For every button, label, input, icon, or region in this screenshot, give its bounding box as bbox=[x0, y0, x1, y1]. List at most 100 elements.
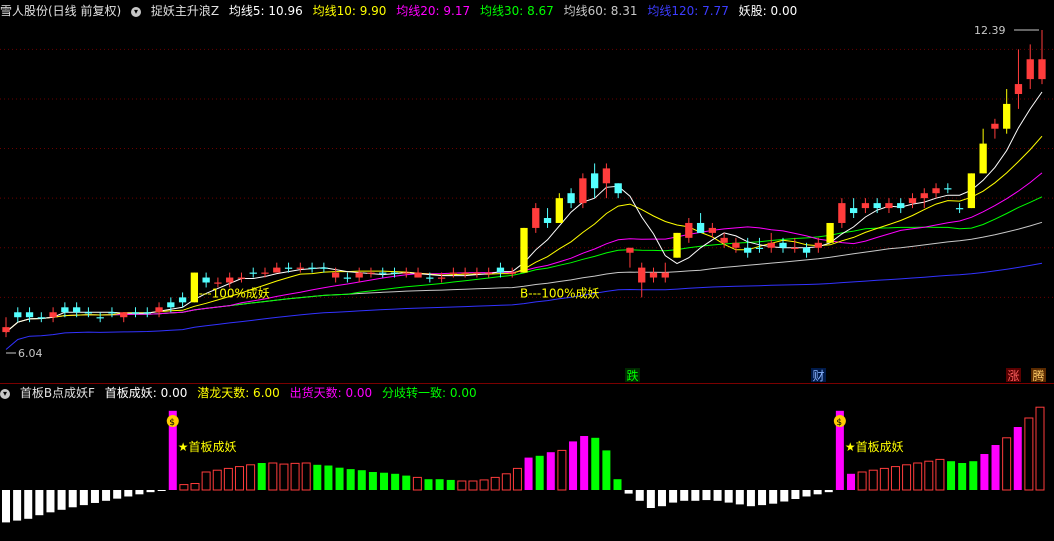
indicator-bar bbox=[412, 476, 422, 491]
indicator-bar bbox=[246, 464, 256, 491]
indicator-bar bbox=[557, 449, 567, 491]
indicator-bar bbox=[146, 490, 155, 493]
dropdown-circle-icon[interactable]: ▾ bbox=[0, 388, 10, 399]
candle-body bbox=[72, 307, 81, 313]
indicator-bar bbox=[479, 479, 489, 491]
indicator-bar bbox=[13, 490, 22, 521]
sub-chart-header: ▾ 首板B点成妖F 首板成妖: 0.00 潜龙天数: 6.00 出货天数: 0.… bbox=[0, 384, 483, 402]
indicator-bar bbox=[57, 490, 66, 510]
candle-body bbox=[590, 173, 599, 189]
indicator-bar bbox=[446, 479, 455, 490]
max-price-label: 12.39 bbox=[974, 24, 1006, 37]
candle-body bbox=[449, 272, 458, 274]
candle-body bbox=[37, 317, 45, 319]
main-kline-chart[interactable]: 12.39 6.04 B---100%成妖 B---100%成妖跌 财 涨腾 bbox=[0, 0, 1054, 384]
candle-body bbox=[390, 272, 399, 274]
candle-body bbox=[567, 193, 575, 204]
candle-body bbox=[1026, 59, 1034, 80]
candle-body bbox=[296, 267, 304, 269]
indicator-bar bbox=[346, 469, 355, 490]
candle-body bbox=[249, 272, 257, 274]
indicator-bar bbox=[702, 490, 711, 501]
sub-indicator-chart[interactable]: $ ★首板成妖 $ ★首板成妖 bbox=[0, 384, 1054, 541]
candle-body bbox=[508, 272, 516, 274]
candle-body bbox=[579, 178, 587, 204]
indicator-bar bbox=[624, 490, 633, 494]
indicator-bar bbox=[335, 467, 344, 490]
yaogu-value: 妖股: 0.00 bbox=[738, 4, 798, 18]
indicator-bar bbox=[457, 480, 467, 491]
main-chart-header: 雪人股份(日线 前复权) ▾ 捉妖主升浪Z 均线5: 10.96 均线10: 9… bbox=[0, 2, 803, 20]
candle-body bbox=[885, 203, 893, 209]
indicator-bar bbox=[157, 490, 166, 491]
candle-body bbox=[61, 307, 69, 313]
indicator-bar bbox=[657, 490, 666, 507]
stock-name[interactable]: 雪人股份(日线 前复权) bbox=[0, 4, 121, 18]
indicator-bar bbox=[468, 480, 478, 491]
indicator-bar bbox=[791, 490, 800, 499]
indicator-bar bbox=[279, 463, 289, 491]
indicator-bar bbox=[79, 490, 88, 506]
indicator-bar bbox=[234, 466, 244, 491]
candle-body bbox=[331, 272, 340, 278]
candle-body bbox=[437, 277, 446, 279]
candle-body bbox=[485, 272, 493, 274]
candle-body bbox=[814, 242, 822, 248]
min-price-label: 6.04 bbox=[18, 347, 43, 360]
candle-body bbox=[308, 267, 316, 269]
indicator-bar bbox=[580, 436, 589, 490]
indicator-bar bbox=[380, 472, 389, 490]
indicator-bar bbox=[546, 452, 555, 490]
candle-body bbox=[143, 312, 151, 314]
candle-body bbox=[767, 242, 775, 248]
candle-body bbox=[473, 272, 481, 274]
candle-body bbox=[626, 247, 634, 253]
indicator-bar bbox=[201, 471, 211, 491]
candle-body bbox=[367, 272, 375, 274]
indicator-bar bbox=[90, 490, 99, 503]
indicator-bar bbox=[268, 462, 278, 491]
indicator-bar bbox=[980, 454, 989, 490]
indicator-bar bbox=[290, 462, 300, 491]
candle-body bbox=[320, 267, 328, 269]
candle-body bbox=[1038, 59, 1046, 80]
candle-body bbox=[732, 242, 740, 248]
indicator-name[interactable]: 捉妖主升浪Z bbox=[151, 4, 219, 18]
candle-body bbox=[543, 218, 552, 223]
indicator-bar bbox=[391, 473, 400, 490]
indicator-bar bbox=[179, 484, 189, 491]
candle-body bbox=[908, 198, 917, 204]
ma120-value: 均线120: 7.77 bbox=[647, 4, 729, 18]
candle-body bbox=[755, 247, 764, 249]
candle-body bbox=[967, 173, 976, 209]
indicator-bar bbox=[124, 490, 133, 497]
candle-body bbox=[355, 272, 363, 278]
ma120-line bbox=[5, 262, 1043, 350]
candle-body bbox=[84, 312, 93, 314]
indicator-bar bbox=[691, 490, 700, 501]
indicator-bar bbox=[113, 490, 122, 499]
indicator-bar bbox=[535, 455, 544, 490]
tag-cai: 财 bbox=[813, 369, 825, 383]
indicator-bar bbox=[857, 471, 867, 491]
indicator-bar bbox=[490, 476, 500, 491]
chuhuo-value: 出货天数: 0.00 bbox=[289, 386, 373, 400]
candle-body bbox=[167, 302, 175, 308]
tag-zhang: 涨 bbox=[1008, 368, 1020, 383]
candle-body bbox=[496, 267, 505, 273]
indicator-bar bbox=[35, 490, 44, 516]
sub-indicator-name[interactable]: 首板B点成妖F bbox=[20, 386, 95, 400]
indicator-bar bbox=[24, 490, 33, 519]
candle-body bbox=[897, 203, 905, 209]
candle-body bbox=[555, 198, 563, 223]
candle-body bbox=[602, 168, 611, 184]
candle-body bbox=[414, 272, 422, 278]
candle-body bbox=[614, 183, 622, 194]
indicator-bar bbox=[890, 466, 900, 491]
dropdown-circle-icon[interactable]: ▾ bbox=[131, 6, 142, 17]
indicator-bar bbox=[1035, 406, 1045, 491]
candle-body bbox=[720, 237, 728, 243]
candle-body bbox=[1003, 103, 1011, 129]
indicator-bar bbox=[368, 472, 377, 490]
money-bag-glyph: $ bbox=[169, 418, 175, 428]
